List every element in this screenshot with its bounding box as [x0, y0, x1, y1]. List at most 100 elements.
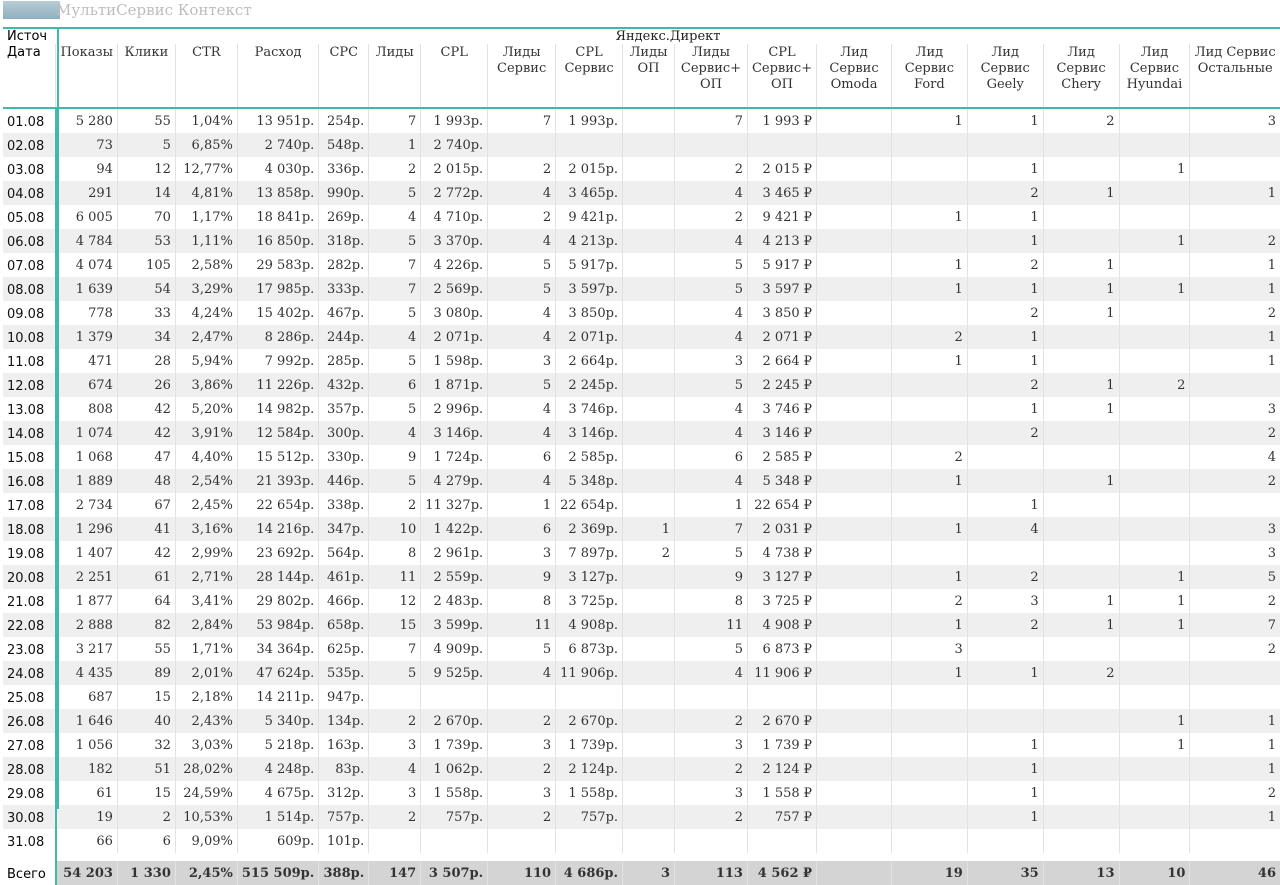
- total-cell: 54 203: [55, 861, 118, 885]
- column-header[interactable]: Клики: [116, 44, 176, 109]
- table-cell: 2 734: [55, 493, 118, 517]
- column-header[interactable]: CPL Сервис: [555, 44, 623, 109]
- table-cell: 3 850р.: [555, 301, 623, 325]
- column-header[interactable]: CPL: [420, 44, 488, 109]
- table-row: 17.08 2 734 67 2,45% 22 654р. 338р. 2 11 327р. 1…: [3, 493, 1280, 517]
- table-cell: 1: [1118, 229, 1190, 253]
- table-cell: [816, 685, 892, 709]
- table-cell: 3 080р.: [420, 301, 488, 325]
- column-header[interactable]: Лиды: [368, 44, 421, 109]
- table-cell: 6 873р.: [555, 637, 623, 661]
- report-tab-marker[interactable]: [3, 1, 60, 19]
- row-date: 13.08: [3, 397, 57, 421]
- table-cell: 609р.: [236, 829, 319, 853]
- column-header[interactable]: Лид Сервис Остальные: [1189, 44, 1280, 109]
- table-cell: 2: [674, 757, 748, 781]
- table-cell: 2 740р.: [236, 133, 319, 157]
- table-cell: 5 917 ₽: [746, 253, 817, 277]
- table-cell: 4: [674, 301, 748, 325]
- table-cell: 28 144р.: [236, 565, 319, 589]
- table-cell: 333р.: [318, 277, 369, 301]
- table-cell: 6: [674, 445, 748, 469]
- table-cell: [622, 493, 675, 517]
- table-cell: [622, 349, 675, 373]
- table-cell: [890, 757, 968, 781]
- column-header[interactable]: Лид Сервис Geely: [966, 44, 1044, 109]
- row-date: 22.08: [3, 613, 57, 637]
- table-cell: 990р.: [318, 181, 369, 205]
- table-cell: 5 218р.: [236, 733, 319, 757]
- table-cell: [816, 493, 892, 517]
- table-cell: 674: [55, 373, 118, 397]
- table-cell: [1042, 205, 1120, 229]
- column-header[interactable]: Дата: [3, 44, 56, 109]
- table-cell: 2 124 ₽: [746, 757, 817, 781]
- table-cell: [816, 133, 892, 157]
- table-cell: 4: [674, 421, 748, 445]
- table-cell: 14 982р.: [236, 397, 319, 421]
- table-cell: 4 908р.: [555, 613, 623, 637]
- table-cell: 4: [674, 325, 748, 349]
- spacer-cell: [368, 853, 421, 861]
- table-cell: 53: [116, 229, 176, 253]
- spacer-cell: [967, 853, 1044, 861]
- column-header[interactable]: Лиды Сервис+ ОП: [674, 44, 748, 109]
- table-cell: 2: [1189, 781, 1280, 805]
- table-cell: 1: [368, 133, 421, 157]
- table-cell: 5: [368, 469, 421, 493]
- table-cell: 778: [55, 301, 118, 325]
- row-date: 02.08: [3, 133, 57, 157]
- column-header[interactable]: Лид Сервис Ford: [890, 44, 968, 109]
- table-cell: 51: [116, 757, 176, 781]
- table-cell: 4 435: [55, 661, 118, 685]
- total-cell: 3 507р.: [420, 861, 488, 885]
- table-cell: 1: [1042, 589, 1120, 613]
- table-cell: 1,04%: [174, 108, 238, 133]
- table-cell: 2 740р.: [420, 133, 488, 157]
- table-cell: 9: [674, 565, 748, 589]
- table-cell: 11 906р.: [555, 661, 623, 685]
- spacer-cell: [622, 853, 675, 861]
- column-header[interactable]: Лид Сервис Hyundai: [1118, 44, 1190, 109]
- row-date: 25.08: [3, 685, 57, 709]
- column-header[interactable]: Лид Сервис Omoda: [816, 44, 892, 109]
- table-cell: 10,53%: [174, 805, 238, 829]
- column-header[interactable]: CTR: [174, 44, 238, 109]
- table-cell: 2 888: [55, 613, 118, 637]
- column-header[interactable]: Расход: [236, 44, 319, 109]
- table-cell: [966, 637, 1044, 661]
- column-header[interactable]: CPL Сервис+ ОП: [746, 44, 817, 109]
- table-cell: 16 850р.: [236, 229, 319, 253]
- column-header[interactable]: Лиды Сервис: [487, 44, 556, 109]
- table-cell: [622, 301, 675, 325]
- table-cell: 94: [55, 157, 118, 181]
- table-cell: 446р.: [318, 469, 369, 493]
- table-cell: 14: [116, 181, 176, 205]
- column-header[interactable]: Лид Сервис Chery: [1042, 44, 1120, 109]
- table-cell: 1: [1042, 253, 1120, 277]
- table-cell: 48: [116, 469, 176, 493]
- table-cell: [1118, 493, 1190, 517]
- table-cell: [1118, 205, 1190, 229]
- table-cell: 19: [55, 805, 118, 829]
- table-cell: 2: [966, 613, 1044, 637]
- table-cell: 40: [116, 709, 176, 733]
- table-cell: 2,84%: [174, 613, 238, 637]
- table-cell: 1: [966, 493, 1044, 517]
- table-cell: [487, 133, 556, 157]
- table-row: 13.08 808 42 5,20% 14 982р. 357р. 5 2 996р. 4 3 7…: [3, 397, 1280, 421]
- spacer-cell: [1189, 853, 1280, 861]
- table-cell: [816, 565, 892, 589]
- table-cell: 4 213 ₽: [746, 229, 817, 253]
- table-cell: [1042, 805, 1120, 829]
- table-cell: [1118, 829, 1190, 853]
- table-cell: 471: [55, 349, 118, 373]
- table-cell: [1118, 421, 1190, 445]
- table-cell: 42: [116, 397, 176, 421]
- table-cell: 4: [487, 229, 556, 253]
- table-cell: [816, 181, 892, 205]
- column-header[interactable]: Лиды ОП: [622, 44, 675, 109]
- column-header[interactable]: Показы: [55, 44, 118, 109]
- column-header[interactable]: CPC: [318, 44, 369, 109]
- table-cell: [1118, 469, 1190, 493]
